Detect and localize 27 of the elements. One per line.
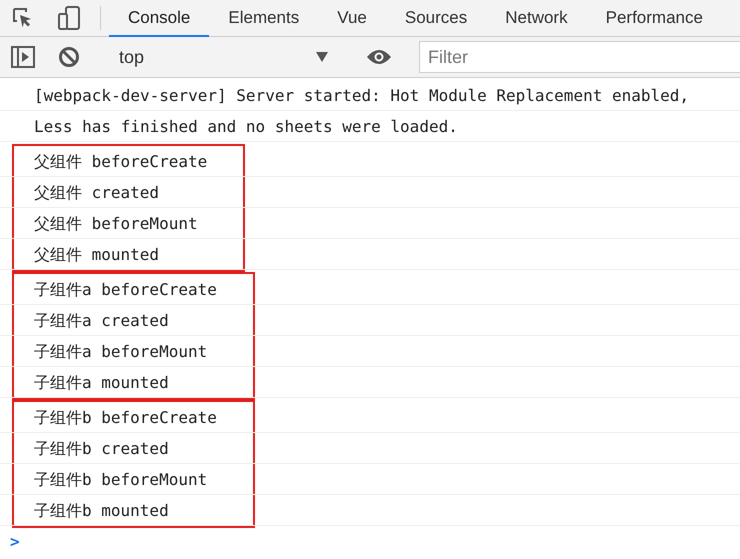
prompt-chevron: > <box>10 532 20 551</box>
log-message: Less has finished and no sheets were loaded. <box>34 116 458 138</box>
log-message: 子组件a beforeMount <box>34 341 208 363</box>
log-message: 子组件a beforeCreate <box>34 279 217 301</box>
eye-icon[interactable] <box>366 49 392 65</box>
log-message: 父组件 beforeCreate <box>34 151 208 173</box>
device-icon[interactable] <box>57 6 81 30</box>
context-selector[interactable]: top <box>109 46 339 68</box>
clear-console-icon[interactable] <box>58 46 80 68</box>
log-message: [webpack-dev-server] Server started: Hot Module Replacement enabled, <box>34 85 690 107</box>
log-message: 子组件a created <box>34 310 169 332</box>
dropdown-arrow-icon <box>315 51 329 63</box>
tab[interactable]: Performance <box>586 0 722 37</box>
log-message: 子组件a mounted <box>34 372 169 394</box>
tab[interactable]: Network <box>486 0 587 37</box>
tab[interactable]: Sources <box>386 0 486 37</box>
log-message: 子组件b created <box>34 438 169 460</box>
log-message: 父组件 beforeMount <box>34 213 198 235</box>
log-message: 父组件 mounted <box>34 244 160 266</box>
tab[interactable]: Vue <box>318 0 386 37</box>
log-message: 子组件b mounted <box>34 500 169 522</box>
log-message: 父组件 created <box>34 182 160 204</box>
log-message: 子组件b beforeMount <box>34 469 208 491</box>
tab[interactable]: Elements <box>209 0 318 37</box>
filter-field[interactable]: Filter <box>419 41 740 73</box>
log-message: 子组件b beforeCreate <box>34 407 217 429</box>
sidebar-toggle-icon[interactable] <box>11 46 35 68</box>
